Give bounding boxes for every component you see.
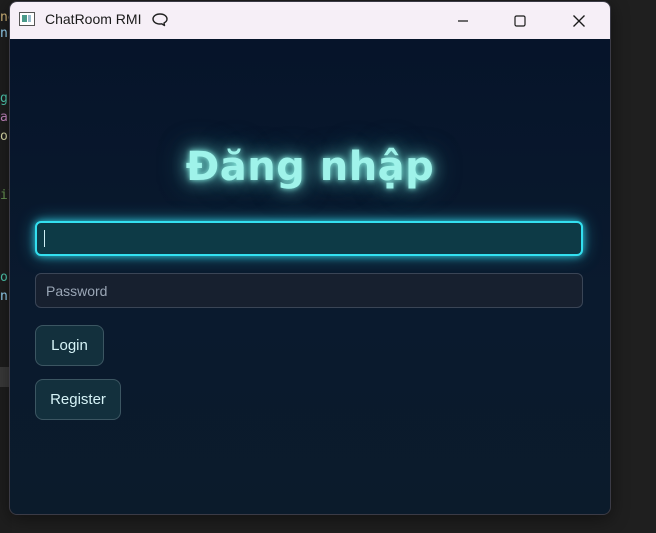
register-button[interactable]: Register <box>35 379 121 420</box>
title-bar[interactable]: ChatRoom RMI <box>10 2 610 39</box>
password-input[interactable] <box>35 273 583 308</box>
login-form: Đăng nhập Login Register <box>10 39 610 514</box>
page-title: Đăng nhập <box>185 144 435 190</box>
text-caret <box>44 230 45 247</box>
app-window-icon <box>19 12 35 26</box>
minimize-icon <box>458 19 468 22</box>
login-button[interactable]: Login <box>35 325 104 366</box>
chatroom-window: ChatRoom RMI Đăng nhập Login Register <box>9 1 611 515</box>
close-icon <box>573 14 585 27</box>
username-input[interactable] <box>35 221 583 256</box>
minimize-button[interactable] <box>440 2 486 39</box>
maximize-button[interactable] <box>497 2 543 39</box>
maximize-icon <box>514 14 526 27</box>
chat-bubble-icon <box>152 13 168 27</box>
window-title: ChatRoom RMI <box>45 11 142 27</box>
close-button[interactable] <box>556 2 602 39</box>
background-desktop <box>609 0 656 533</box>
